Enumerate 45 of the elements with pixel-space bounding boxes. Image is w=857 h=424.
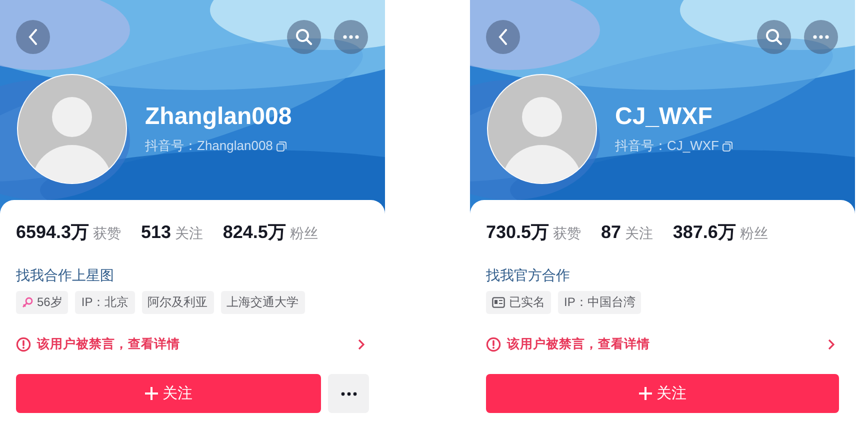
- chevron-right-icon[interactable]: [828, 338, 835, 350]
- profile-stat[interactable]: 513 关注: [140, 222, 203, 243]
- profile-tag: 上海交通大学: [220, 291, 305, 314]
- more-icon: [340, 392, 356, 396]
- plus-icon: [144, 387, 158, 400]
- back-button[interactable]: [486, 20, 520, 54]
- follow-button[interactable]: 关注: [16, 374, 321, 413]
- ban-notice[interactable]: 该用户被禁言，查看详情: [37, 336, 180, 352]
- back-button[interactable]: [16, 20, 50, 54]
- follow-button[interactable]: 关注: [486, 374, 839, 413]
- account-id: 抖音号：CJ_WXF: [615, 137, 719, 155]
- plus-icon: [638, 387, 652, 400]
- cooperation-link[interactable]: 找我官方合作: [486, 267, 570, 285]
- profile-tag: 已实名: [486, 291, 551, 314]
- profile-stat[interactable]: 87 关注: [600, 222, 653, 243]
- warning-icon: [486, 336, 501, 352]
- cooperation-link[interactable]: 找我合作上星图: [16, 267, 114, 285]
- id-card-icon: [492, 297, 505, 308]
- warning-icon: [16, 336, 31, 352]
- username: Zhanglan008: [145, 103, 292, 131]
- copy-icon[interactable]: [722, 140, 733, 152]
- profile-stat[interactable]: 387.6万 粉丝: [672, 220, 768, 244]
- profile-stat[interactable]: 730.5万 获赞: [486, 220, 581, 244]
- more-icon: [813, 35, 829, 39]
- profile-stat[interactable]: 6594.3万 获赞: [16, 220, 121, 244]
- account-id: 抖音号：Zhanglan008: [145, 137, 273, 155]
- profile-tag: IP：北京: [75, 291, 135, 314]
- gender-icon: [22, 297, 33, 308]
- copy-icon[interactable]: [276, 140, 287, 152]
- search-icon: [295, 28, 313, 46]
- chevron-right-icon[interactable]: [358, 338, 365, 350]
- profile-tag: 56岁: [16, 291, 68, 314]
- profile-stat[interactable]: 824.5万 粉丝: [222, 220, 318, 244]
- username: CJ_WXF: [615, 103, 714, 131]
- search-button[interactable]: [287, 20, 321, 54]
- ban-notice[interactable]: 该用户被禁言，查看详情: [507, 336, 650, 352]
- more-button[interactable]: [334, 20, 368, 54]
- back-icon: [28, 29, 38, 45]
- search-button[interactable]: [757, 20, 791, 54]
- profile-tag: 阿尔及利亚: [142, 291, 214, 314]
- search-icon: [765, 28, 783, 46]
- more-button[interactable]: [804, 20, 838, 54]
- more-icon: [343, 35, 359, 39]
- back-icon: [498, 29, 508, 45]
- profile-tag: IP：中国台湾: [558, 291, 642, 314]
